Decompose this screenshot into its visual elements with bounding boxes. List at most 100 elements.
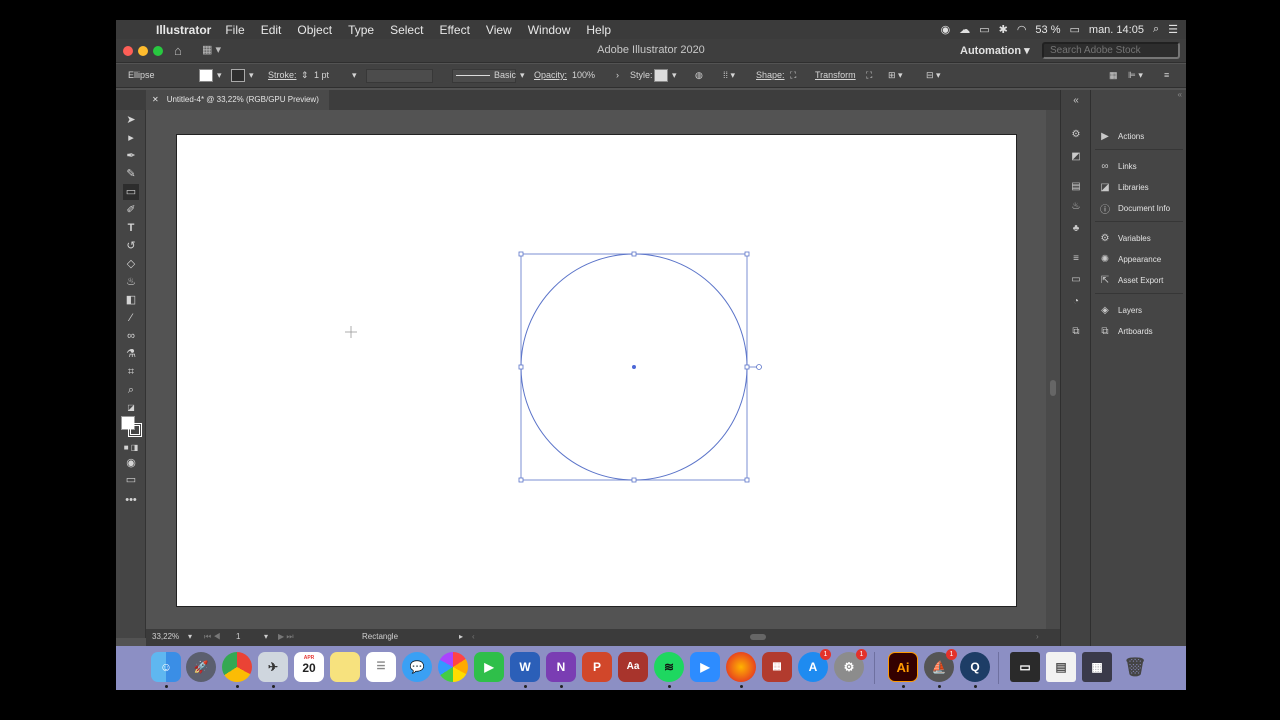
collapse-panels-icon[interactable]: « bbox=[1069, 94, 1083, 108]
curvature-tool-icon[interactable]: ✎ bbox=[123, 166, 139, 182]
align-objects-icon[interactable]: ⊞ ▾ bbox=[888, 70, 903, 81]
artboard-dropdown-icon[interactable]: ▾ bbox=[264, 632, 268, 641]
color-guide-icon[interactable]: ▤ bbox=[1069, 180, 1083, 194]
calendar-icon[interactable]: APR 20 bbox=[294, 652, 324, 682]
powerpoint-icon[interactable]: P bbox=[582, 652, 612, 682]
isolate-object-icon[interactable]: ⛶ bbox=[866, 70, 872, 81]
minimized-window-2[interactable]: ▤ bbox=[1046, 652, 1076, 682]
battery-percentage[interactable]: 53 % bbox=[1035, 24, 1060, 36]
paintbrush-tool-icon[interactable]: ✐ bbox=[123, 202, 139, 218]
word-icon[interactable]: W bbox=[510, 652, 540, 682]
canvas-area[interactable] bbox=[146, 110, 1060, 638]
type-tool-icon[interactable]: T bbox=[123, 220, 139, 236]
panel-libraries[interactable]: ◪ Libraries bbox=[1099, 179, 1148, 195]
transparency-panel-icon[interactable]: ◔ bbox=[1069, 295, 1083, 309]
menu-edit[interactable]: Edit bbox=[261, 23, 282, 37]
live-paint-tool-icon[interactable]: ⚗ bbox=[123, 346, 139, 362]
gradient-tool-icon[interactable]: ◧ bbox=[123, 292, 139, 308]
warp-tool-icon[interactable]: ♨ bbox=[123, 274, 139, 290]
collapse-dock-icon[interactable]: « bbox=[1178, 90, 1182, 99]
direct-selection-tool-icon[interactable]: ▸ bbox=[123, 130, 139, 146]
battery-icon[interactable]: ▭ bbox=[1070, 23, 1080, 36]
photos-icon[interactable] bbox=[438, 652, 468, 682]
preview-icon[interactable]: ✈ bbox=[258, 652, 288, 682]
zoom-dropdown-icon[interactable]: ▾ bbox=[188, 632, 192, 641]
next-artboard-icon[interactable]: ▶ ⏭ bbox=[278, 632, 294, 642]
menu-app-name[interactable]: Illustrator bbox=[156, 23, 211, 37]
illustrator-icon[interactable]: Ai bbox=[888, 652, 918, 682]
opacity-label[interactable]: Opacity: bbox=[534, 70, 567, 80]
panel-artboards[interactable]: ⧉ Artboards bbox=[1099, 323, 1152, 339]
menu-type[interactable]: Type bbox=[348, 23, 374, 37]
color-mode-icons[interactable]: ■ ◨ ⊘ bbox=[123, 440, 139, 468]
previous-artboard-icon[interactable]: ⏮ ◀ bbox=[204, 632, 221, 642]
facetime-icon[interactable]: ▶ bbox=[474, 652, 504, 682]
fill-dropdown-icon[interactable]: ▾ bbox=[217, 70, 222, 81]
vertical-scrollbar[interactable] bbox=[1046, 110, 1060, 638]
chrome-icon[interactable] bbox=[222, 652, 252, 682]
stroke-swatch[interactable] bbox=[231, 69, 245, 82]
creative-cloud-icon[interactable]: ☁ bbox=[959, 23, 970, 36]
minimized-window-3[interactable]: ▦ bbox=[1082, 652, 1112, 682]
brush-dropdown-icon[interactable]: ▾ bbox=[520, 70, 525, 81]
blend-tool-icon[interactable]: ∞ bbox=[123, 328, 139, 344]
screen-mode-icon[interactable]: ▭ bbox=[123, 472, 139, 488]
cc-libraries-icon[interactable]: ◩ bbox=[1069, 150, 1083, 164]
default-fill-stroke-icon[interactable]: ◪ ⇆ bbox=[123, 400, 139, 428]
opacity-arrow-icon[interactable]: › bbox=[616, 70, 619, 80]
stroke-color-box[interactable] bbox=[128, 423, 142, 437]
stroke-label[interactable]: Stroke: bbox=[268, 70, 297, 80]
stroke-dropdown-icon[interactable]: ▾ bbox=[249, 70, 254, 81]
artboard-number[interactable]: 1 bbox=[236, 632, 240, 641]
airplay-icon[interactable]: ▭ bbox=[979, 23, 989, 36]
status-menu-icon[interactable]: ▸ bbox=[459, 632, 463, 641]
trash-icon[interactable]: 🗑 bbox=[1120, 652, 1150, 682]
menu-select[interactable]: Select bbox=[390, 23, 423, 37]
rotate-tool-icon[interactable]: ↺ bbox=[123, 238, 139, 254]
messages-icon[interactable]: 💬 bbox=[402, 652, 432, 682]
workspace-switcher[interactable]: Automation ▾ bbox=[960, 44, 1030, 57]
eraser-tool-icon[interactable]: ◇ bbox=[123, 256, 139, 272]
record-icon[interactable]: ◉ bbox=[941, 23, 951, 36]
variable-width-profile[interactable] bbox=[366, 69, 433, 83]
horizontal-scroll-thumb[interactable] bbox=[750, 634, 766, 640]
firefox-icon[interactable] bbox=[726, 652, 756, 682]
selection-tool-icon[interactable]: ➤ bbox=[123, 112, 139, 128]
symbols-icon[interactable]: ♣ bbox=[1069, 222, 1083, 236]
properties-icon[interactable]: ⚙ bbox=[1069, 128, 1083, 142]
scroll-right-icon[interactable]: › bbox=[1036, 632, 1039, 641]
menu-window[interactable]: Window bbox=[528, 23, 571, 37]
graphic-style-swatch[interactable] bbox=[654, 69, 668, 82]
style-dropdown-icon[interactable]: ▾ bbox=[672, 70, 677, 81]
spotlight-search-icon[interactable]: ⌕ bbox=[1153, 23, 1159, 36]
stroke-panel-icon[interactable]: ≡ bbox=[1069, 252, 1083, 266]
shape-properties-icon[interactable]: ⛶ bbox=[790, 70, 796, 81]
panel-actions[interactable]: ▶ Actions bbox=[1099, 128, 1144, 144]
zoom-app-icon[interactable]: ▶ bbox=[690, 652, 720, 682]
finder-icon[interactable]: ☺ bbox=[151, 652, 181, 682]
menu-view[interactable]: View bbox=[486, 23, 512, 37]
zoom-level[interactable]: 33,22% bbox=[152, 632, 179, 641]
panel-appearance[interactable]: ✺ Appearance bbox=[1099, 251, 1161, 267]
spotify-icon[interactable]: ≋ bbox=[654, 652, 684, 682]
drawing-mode-icon[interactable]: ◉ bbox=[123, 455, 139, 471]
panel-asset-export[interactable]: ⇱ Asset Export bbox=[1099, 272, 1164, 288]
document-tab[interactable]: ✕ Untitled-4* @ 33,22% (RGB/GPU Preview) bbox=[146, 90, 329, 110]
stroke-weight-value[interactable]: 1 pt bbox=[314, 70, 329, 80]
quicktime-icon[interactable]: Q bbox=[960, 652, 990, 682]
fill-swatch[interactable] bbox=[199, 69, 213, 82]
edit-toolbar-icon[interactable]: ••• bbox=[123, 492, 139, 508]
dictionary-icon[interactable]: Aa bbox=[618, 652, 648, 682]
notification-center-icon[interactable]: ☰ bbox=[1168, 23, 1178, 36]
menu-effect[interactable]: Effect bbox=[439, 23, 469, 37]
stroke-weight-stepper-icon[interactable]: ⇕ bbox=[301, 70, 309, 81]
opacity-value[interactable]: 100% bbox=[572, 70, 595, 80]
bluetooth-icon[interactable]: ✱ bbox=[999, 23, 1008, 36]
shape-label[interactable]: Shape: bbox=[756, 70, 785, 80]
pie-widget-icon[interactable] bbox=[756, 364, 762, 370]
recolor-artwork-icon[interactable]: ◍ bbox=[695, 70, 703, 81]
artboard[interactable] bbox=[176, 134, 1017, 607]
zoom-tool-icon[interactable]: ⌕ bbox=[123, 382, 139, 398]
notes-icon[interactable] bbox=[330, 652, 360, 682]
menu-help[interactable]: Help bbox=[586, 23, 611, 37]
